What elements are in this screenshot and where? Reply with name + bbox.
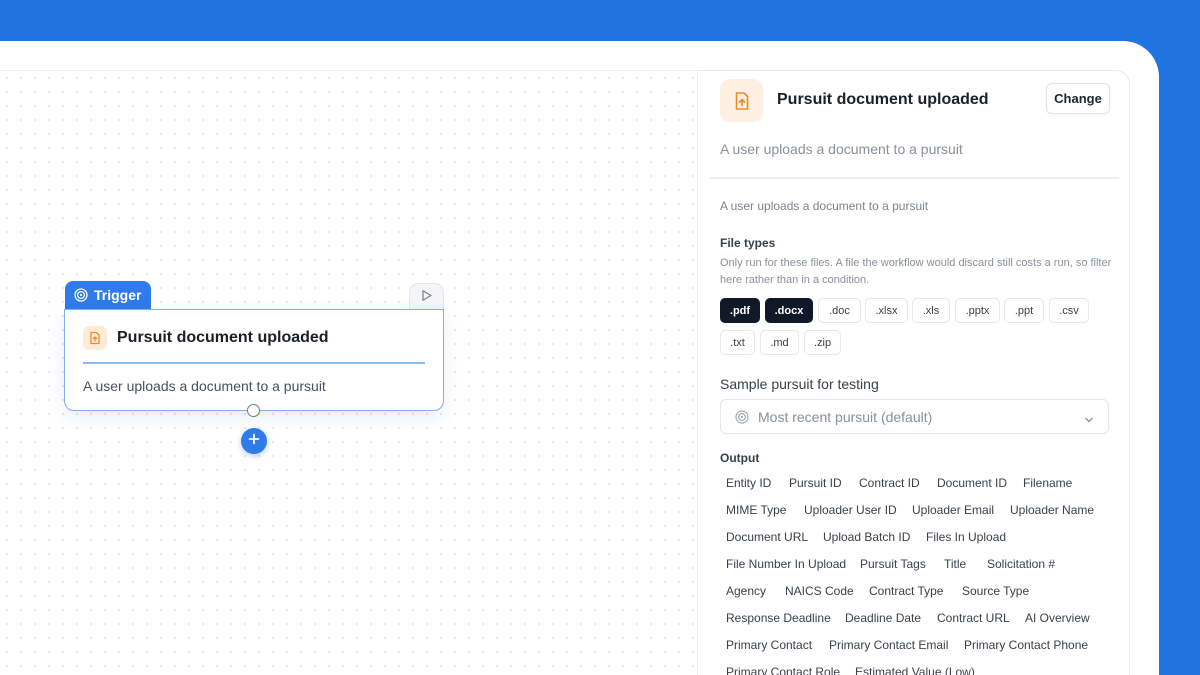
file-types-label: File types: [720, 236, 776, 250]
output-field-chip[interactable]: NAICS Code: [779, 579, 860, 603]
file-type-chip[interactable]: .xlsx: [865, 298, 908, 323]
file-type-chip[interactable]: .doc: [818, 298, 861, 323]
file-type-chip[interactable]: .md: [760, 330, 799, 355]
file-type-chip[interactable]: .ppt: [1004, 298, 1044, 323]
output-field-chip[interactable]: Source Type: [956, 579, 1035, 603]
sample-pursuit-value: Most recent pursuit (default): [758, 409, 933, 425]
plus-icon: [248, 432, 260, 450]
file-types-help-text: Only run for these files. A file the wor…: [720, 257, 1112, 286]
output-field-chip[interactable]: Deadline Date: [839, 606, 927, 630]
output-field-chip[interactable]: Filename: [1017, 471, 1078, 495]
sample-pursuit-select[interactable]: Most recent pursuit (default): [720, 399, 1109, 434]
sample-pursuit-label: Sample pursuit for testing: [720, 376, 879, 392]
node-divider: [83, 362, 425, 364]
output-field-chip[interactable]: Pursuit Tags: [854, 552, 932, 576]
output-field-chip[interactable]: File Number In Upload: [720, 552, 852, 576]
trigger-description: A user uploads a document to a pursuit: [720, 199, 929, 213]
file-type-chip[interactable]: .zip: [804, 330, 841, 355]
output-field-chip[interactable]: Primary Contact Phone: [958, 633, 1094, 657]
file-type-chip[interactable]: .pptx: [955, 298, 1000, 323]
output-field-chip[interactable]: Response Deadline: [720, 606, 837, 630]
add-step-button[interactable]: [241, 428, 267, 454]
change-trigger-button[interactable]: Change: [1046, 83, 1110, 114]
output-field-chip[interactable]: Pursuit ID: [783, 471, 848, 495]
trigger-node[interactable]: Pursuit document uploaded A user uploads…: [64, 309, 444, 411]
panel-divider: [710, 177, 1119, 179]
output-field-chip[interactable]: Estimated Value (Low): [849, 660, 981, 675]
file-type-chip[interactable]: .txt: [720, 330, 755, 355]
file-type-chip[interactable]: .xls: [912, 298, 950, 323]
chevron-down-icon: [1084, 412, 1094, 430]
target-icon: [735, 410, 749, 429]
output-field-chip[interactable]: MIME Type: [720, 498, 792, 522]
test-run-button[interactable]: [409, 283, 444, 311]
document-upload-icon: [83, 326, 107, 350]
workflow-canvas[interactable]: Trigger Pursuit document uploaded A user…: [0, 70, 697, 675]
panel-subtitle: A user uploads a document to a pursuit: [720, 141, 963, 157]
file-type-chip[interactable]: .pdf: [720, 298, 760, 323]
output-field-chip[interactable]: Contract Type: [863, 579, 949, 603]
trigger-target-icon: [74, 288, 88, 302]
output-field-chip[interactable]: Primary Contact Role: [720, 660, 846, 675]
output-field-chip[interactable]: Primary Contact: [720, 633, 818, 657]
trigger-tab-label: Trigger: [94, 287, 142, 303]
file-type-chip[interactable]: .docx: [765, 298, 813, 323]
output-field-chip[interactable]: AI Overview: [1019, 606, 1096, 630]
output-field-chip[interactable]: Title: [938, 552, 972, 576]
play-icon: [420, 289, 433, 307]
output-field-chip[interactable]: Document ID: [931, 471, 1013, 495]
output-field-chip[interactable]: Solicitation #: [981, 552, 1061, 576]
output-field-chip[interactable]: Document URL: [720, 525, 814, 549]
output-field-chip[interactable]: Entity ID: [720, 471, 777, 495]
node-title: Pursuit document uploaded: [117, 329, 329, 346]
trigger-tab[interactable]: Trigger: [65, 281, 151, 309]
output-field-chip[interactable]: Uploader User ID: [798, 498, 903, 522]
trigger-config-panel: Pursuit document uploaded Change A user …: [697, 70, 1130, 675]
file-type-chip[interactable]: .csv: [1049, 298, 1089, 323]
output-field-chip[interactable]: Uploader Name: [1004, 498, 1100, 522]
output-field-chip[interactable]: Agency: [720, 579, 772, 603]
output-field-chip[interactable]: Contract URL: [931, 606, 1016, 630]
panel-title: Pursuit document uploaded: [777, 91, 989, 108]
output-label: Output: [720, 451, 760, 465]
node-description: A user uploads a document to a pursuit: [83, 378, 326, 394]
document-upload-icon: [720, 79, 763, 122]
output-field-chip[interactable]: Upload Batch ID: [817, 525, 916, 549]
output-connector-handle[interactable]: [247, 404, 260, 417]
output-field-chip[interactable]: Uploader Email: [906, 498, 1000, 522]
app-window: Trigger Pursuit document uploaded A user…: [0, 41, 1159, 675]
output-field-chip[interactable]: Contract ID: [853, 471, 926, 495]
output-field-chip[interactable]: Primary Contact Email: [823, 633, 954, 657]
output-field-chip[interactable]: Files In Upload: [920, 525, 1012, 549]
